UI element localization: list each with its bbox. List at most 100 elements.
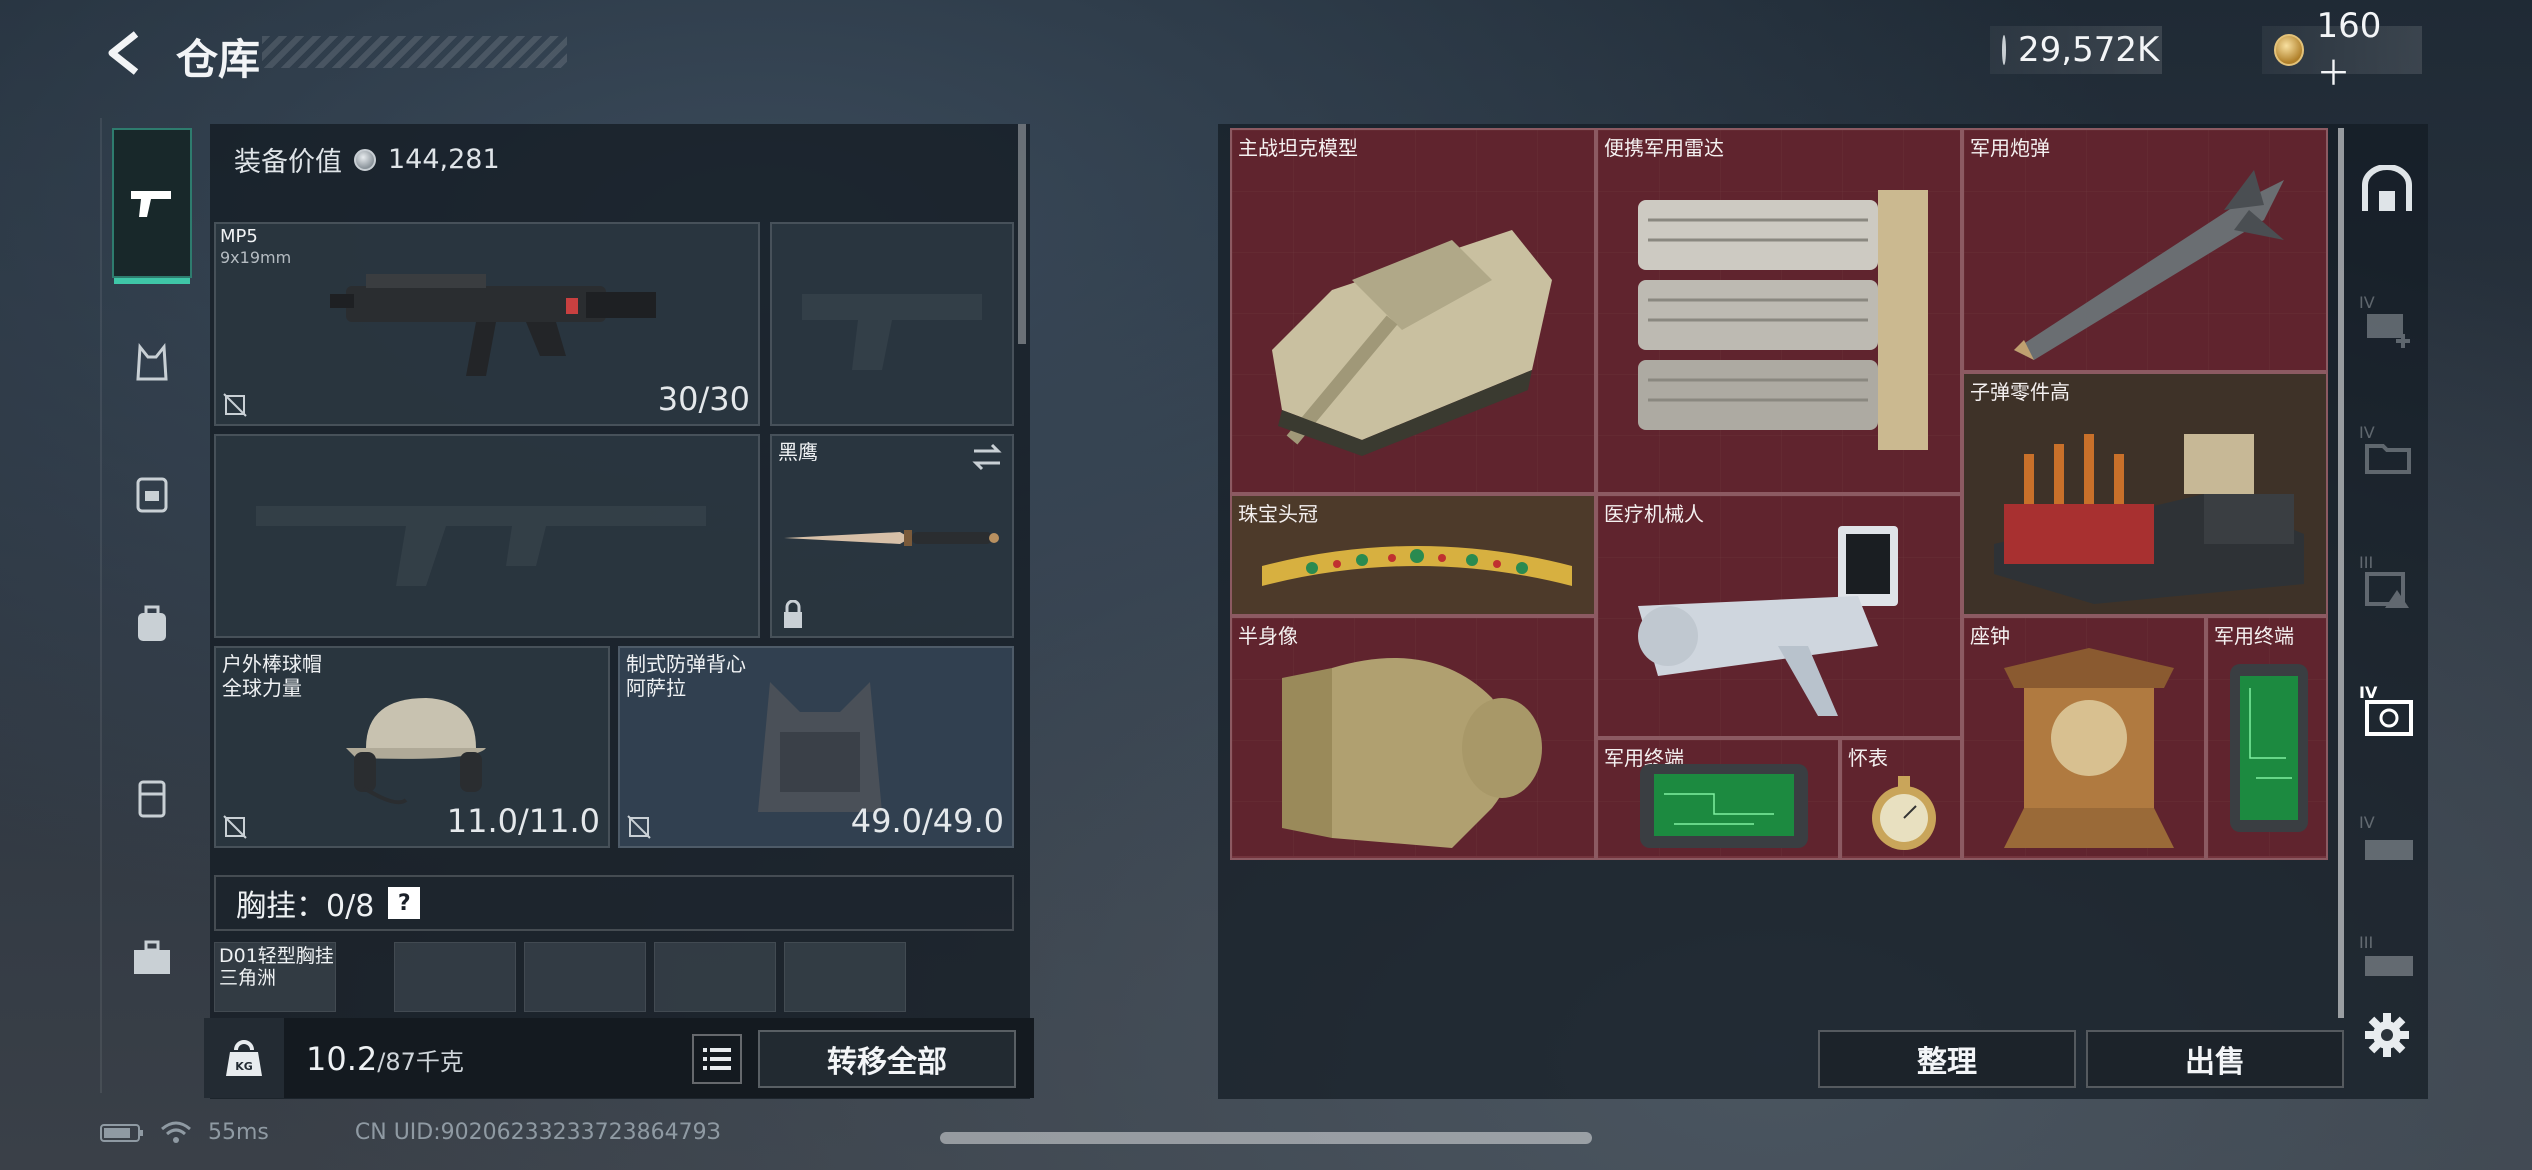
storage-scrollbar[interactable] (2338, 128, 2344, 1018)
pistol-silhouette-icon (802, 294, 982, 370)
settings-button[interactable] (2352, 995, 2422, 1075)
transfer-all-button[interactable]: 转移全部 (758, 1030, 1016, 1088)
tab-storage-4-add[interactable]: IV (2352, 280, 2422, 360)
uid-readout: CN UID:9020623323372386479З (354, 1120, 721, 1145)
nav-backpack[interactable] (112, 453, 192, 533)
lock-icon (784, 600, 802, 628)
gold-coin-icon (2274, 34, 2305, 66)
left-category-nav (100, 118, 200, 1093)
warning-box-icon: III (2359, 553, 2409, 608)
list-view-button[interactable] (692, 1034, 742, 1084)
ammo-parts-image (1994, 434, 2304, 604)
tab-storage-3-warning[interactable]: III (2352, 540, 2422, 620)
item-mantel-clock[interactable]: 座钟 (1962, 616, 2206, 860)
vest-icon (136, 343, 168, 381)
item-portable-radar[interactable]: 便携军用雷达 (1596, 128, 1962, 494)
nav-weapons[interactable] (112, 128, 192, 284)
item-pocket-watch[interactable]: 怀表 (1840, 738, 1962, 860)
item-ammo-parts[interactable]: 子弹零件高 (1962, 372, 2328, 616)
item-tank-model[interactable]: 主战坦克模型 (1230, 128, 1596, 494)
item-military-terminal-vertical[interactable]: 军用终端 (2206, 616, 2328, 860)
missile-image (2014, 170, 2284, 360)
equipment-value-label: 装备价值 (234, 147, 342, 178)
silver-currency[interactable]: 29,572K (1990, 26, 2162, 74)
swap-icon[interactable] (970, 442, 1004, 472)
sort-button[interactable]: 整理 (1818, 1030, 2076, 1088)
item-jeweled-tiara[interactable]: 珠宝头冠 (1230, 494, 1596, 616)
insured-off-icon (223, 393, 247, 417)
secondary-weapon-slot[interactable] (214, 434, 760, 638)
kettlebell-icon: KG (204, 1018, 284, 1098)
tab-storage-4-active[interactable]: IV (2352, 670, 2422, 750)
chest-pocket-slot[interactable] (784, 942, 906, 1012)
weapon-name: MP5 (220, 226, 258, 247)
svg-text:III: III (2359, 553, 2373, 572)
melee-slot[interactable]: 黑鹰 (770, 434, 1014, 638)
svg-text:KG: KG (235, 1060, 253, 1073)
tab-storage-main[interactable] (2352, 150, 2422, 230)
svg-text:III: III (2359, 933, 2373, 952)
item-military-shell[interactable]: 军用炮弹 (1962, 128, 2328, 372)
arch-storage-icon (2362, 165, 2412, 211)
knife-image (784, 530, 999, 546)
home-indicator[interactable] (940, 1132, 1592, 1144)
chest-pocket-slot[interactable] (524, 942, 646, 1012)
item-bust[interactable]: 半身像 (1230, 616, 1596, 860)
equipment-scrollbar[interactable] (1018, 124, 1026, 344)
toolbox-icon (134, 940, 170, 974)
insured-off-icon (223, 815, 247, 839)
equipment-value-amount: 144,281 (388, 144, 500, 175)
back-button[interactable] (100, 28, 150, 78)
mp5-image (330, 274, 656, 376)
equipment-value: 装备价值 144,281 (234, 140, 500, 179)
page-title: 仓库 (176, 35, 261, 84)
helmet-durability: 11.0/11.0 (446, 802, 600, 840)
chest-rig-item-name: D01轻型胸挂 三角洲 (219, 945, 334, 989)
terminal-image (1640, 764, 1808, 848)
tab-storage-4-tray[interactable]: IV (2352, 800, 2422, 880)
nav-toolbox[interactable] (112, 918, 192, 998)
gold-amount: 160＋ (2316, 5, 2382, 94)
back-arrow-icon (108, 31, 139, 75)
chest-rig-label: 胸挂：0/8 (236, 889, 375, 924)
radar-image (1638, 190, 1928, 450)
tray-icon: IV (2359, 813, 2413, 860)
list-icon (703, 1048, 731, 1070)
armor-name: 制式防弹背心 阿萨拉 (626, 652, 746, 700)
chest-rig-header: 胸挂：0/8 ? (214, 875, 1014, 931)
pocket-watch-image (1872, 776, 1936, 850)
nav-bag[interactable] (112, 583, 192, 663)
gear-icon (2365, 1013, 2409, 1057)
helmet-slot[interactable]: 户外棒球帽 全球力量 11.0/11.0 (214, 646, 610, 848)
chest-rig-slot[interactable]: D01轻型胸挂 三角洲 (214, 942, 336, 1012)
weapon-ammo: 30/30 (657, 380, 750, 418)
help-button[interactable]: ? (388, 887, 421, 919)
tab-storage-3-tray[interactable]: III (2352, 920, 2422, 1000)
insured-off-icon (627, 815, 651, 839)
item-medical-robot[interactable]: 医疗机械人 (1596, 494, 1962, 738)
sidearm-slot[interactable] (770, 222, 1014, 426)
cap-image (346, 698, 486, 805)
nav-case[interactable] (112, 758, 192, 838)
armor-slot[interactable]: 制式防弹背心 阿萨拉 49.0/49.0 (618, 646, 1014, 848)
silver-coin-icon (2002, 35, 2006, 65)
svg-text:IV: IV (2359, 813, 2375, 832)
helmet-name: 户外棒球帽 全球力量 (222, 652, 322, 700)
tab-storage-4-folder[interactable]: IV (2352, 410, 2422, 490)
tiara-image (1262, 546, 1572, 586)
item-military-terminal[interactable]: 军用终端 (1596, 738, 1840, 860)
rifle-silhouette-icon (256, 506, 706, 586)
gold-currency[interactable]: 160＋ (2262, 6, 2422, 94)
armor-durability: 49.0/49.0 (850, 802, 1004, 840)
silver-coin-icon (354, 148, 376, 171)
ping-readout: 55ms (208, 1120, 269, 1145)
pistol-icon (131, 191, 171, 217)
bag-icon (138, 605, 166, 641)
nav-vest[interactable] (112, 323, 192, 403)
primary-weapon-slot[interactable]: MP5 9x19mm 30/30 (214, 222, 760, 426)
sell-button[interactable]: 出售 (2086, 1030, 2344, 1088)
backpack-icon (136, 477, 168, 513)
robot-arm-image (1638, 526, 1898, 716)
chest-pocket-slot[interactable] (654, 942, 776, 1012)
chest-pocket-slot[interactable] (394, 942, 516, 1012)
